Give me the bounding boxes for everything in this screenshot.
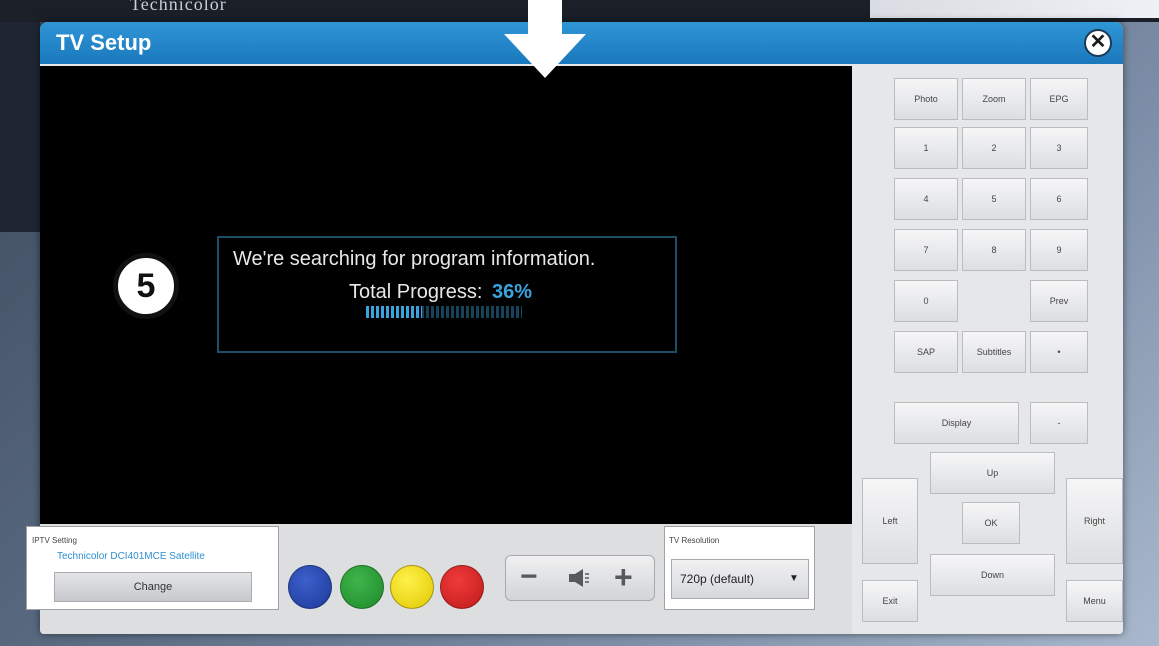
tv-resolution-panel: TV Resolution 720p (default) ▼ <box>664 526 815 610</box>
dot-button[interactable]: • <box>1030 331 1088 373</box>
menu-button[interactable]: Menu <box>1066 580 1123 622</box>
chevron-down-icon: ▼ <box>789 573 799 584</box>
dash-button[interactable]: - <box>1030 402 1088 444</box>
remote-control-panel: Photo Zoom EPG 1 2 3 4 5 6 7 8 9 0 Prev … <box>852 66 1123 634</box>
down-arrow-callout-head <box>504 34 586 78</box>
ok-button[interactable]: OK <box>962 502 1020 544</box>
exit-button[interactable]: Exit <box>862 580 918 622</box>
key-5-button[interactable]: 5 <box>962 178 1026 220</box>
up-button[interactable]: Up <box>930 452 1055 494</box>
key-6-button[interactable]: 6 <box>1030 178 1088 220</box>
key-0-button[interactable]: 0 <box>894 280 958 322</box>
key-3-button[interactable]: 3 <box>1030 127 1088 169</box>
volume-down-button[interactable]: − <box>520 562 538 592</box>
progress-label-row: Total Progress: 36% <box>349 281 532 304</box>
tv-resolution-label: TV Resolution <box>669 536 720 545</box>
down-button[interactable]: Down <box>930 554 1055 596</box>
tv-resolution-select[interactable]: 720p (default) ▼ <box>671 559 809 599</box>
change-button[interactable]: Change <box>54 572 252 602</box>
volume-up-button[interactable]: + <box>614 561 633 593</box>
iptv-setting-label: IPTV Setting <box>32 536 77 545</box>
epg-button[interactable]: EPG <box>1030 78 1088 120</box>
key-2-button[interactable]: 2 <box>962 127 1026 169</box>
key-8-button[interactable]: 8 <box>962 229 1026 271</box>
key-4-button[interactable]: 4 <box>894 178 958 220</box>
dialog-title: TV Setup <box>56 30 152 55</box>
speaker-icon[interactable] <box>568 568 590 593</box>
red-button[interactable] <box>440 565 484 609</box>
key-9-button[interactable]: 9 <box>1030 229 1088 271</box>
left-button[interactable]: Left <box>862 478 918 564</box>
progress-label: Total Progress: <box>349 281 483 303</box>
progress-bar <box>366 306 522 318</box>
zoom-button[interactable]: Zoom <box>962 78 1026 120</box>
close-button[interactable]: ✕ <box>1084 29 1112 57</box>
search-message: We're searching for program information. <box>233 248 596 270</box>
progress-panel: We're searching for program information.… <box>217 236 677 353</box>
prev-button[interactable]: Prev <box>1030 280 1088 322</box>
down-arrow-callout <box>528 0 562 34</box>
subtitles-button[interactable]: Subtitles <box>962 331 1026 373</box>
right-button[interactable]: Right <box>1066 478 1123 564</box>
progress-percent: 36% <box>491 281 532 303</box>
iptv-setting-panel: IPTV Setting Technicolor DCI401MCE Satel… <box>26 526 279 610</box>
sap-button[interactable]: SAP <box>894 331 958 373</box>
background-panel <box>0 22 40 232</box>
green-button[interactable] <box>340 565 384 609</box>
iptv-setting-value: Technicolor DCI401MCE Satellite <box>57 551 205 562</box>
step-number-badge: 5 <box>113 253 179 319</box>
photo-button[interactable]: Photo <box>894 78 958 120</box>
yellow-button[interactable] <box>390 565 434 609</box>
blue-button[interactable] <box>288 565 332 609</box>
tv-resolution-value: 720p (default) <box>680 572 755 586</box>
background-logo-text: Technicolor <box>130 0 227 14</box>
display-button[interactable]: Display <box>894 402 1019 444</box>
background-strip <box>870 0 1159 18</box>
key-1-button[interactable]: 1 <box>894 127 958 169</box>
progress-bar-fill <box>366 306 423 318</box>
volume-control: − + <box>505 555 655 601</box>
key-7-button[interactable]: 7 <box>894 229 958 271</box>
